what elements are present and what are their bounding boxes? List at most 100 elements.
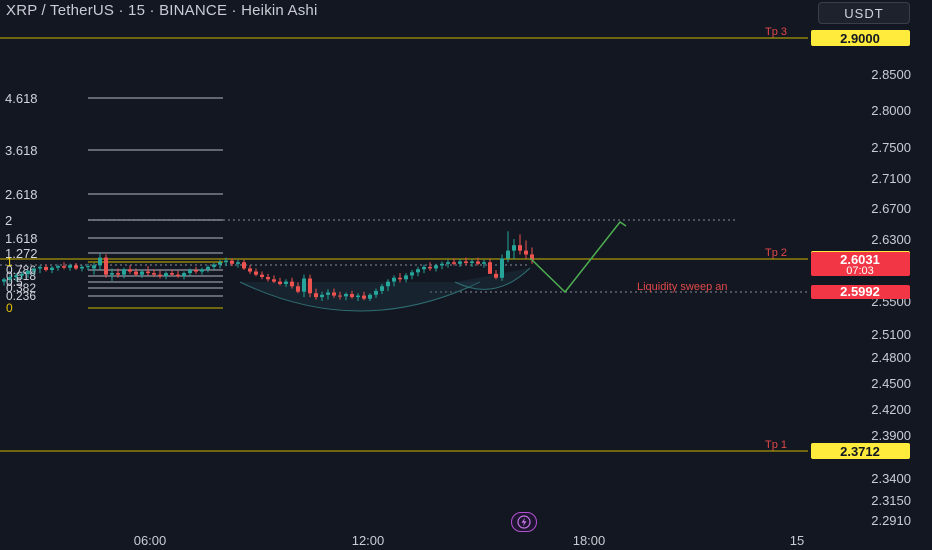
candle-body [416, 269, 420, 273]
candle-body [224, 260, 228, 263]
candle-body [362, 295, 366, 299]
candle-body [44, 266, 48, 270]
candle-body [20, 273, 24, 276]
candle-body [506, 250, 510, 259]
candle-body [194, 270, 198, 272]
currency-button[interactable]: USDT [818, 2, 910, 24]
fib-level-label: 1.618 [5, 231, 38, 246]
candle-body [494, 273, 498, 278]
price-chart[interactable]: 2.85002.80002.75002.71002.67002.63002.55… [0, 0, 932, 550]
candle-body [302, 278, 306, 292]
candle-body [110, 273, 114, 275]
candle-body [350, 294, 354, 298]
y-tick-label: 2.5100 [871, 327, 911, 342]
candle-body [236, 262, 240, 264]
target-label: Tp 2 [765, 247, 787, 259]
candle-body [140, 271, 144, 275]
candle-body [164, 273, 168, 277]
y-tick-label: 2.6300 [871, 232, 911, 247]
candle-body [338, 295, 342, 297]
annotation-text: Liquidity sweep an [637, 281, 728, 293]
handle-pattern-shape [454, 267, 531, 290]
candle-body [464, 261, 468, 264]
candle-body [374, 290, 378, 295]
fib-level-label: 3.618 [5, 143, 38, 158]
candle-body [380, 286, 384, 291]
candle-body [272, 279, 276, 282]
fib-level-label: 4.618 [5, 91, 38, 106]
candle-body [146, 271, 150, 274]
candle-body [434, 265, 438, 269]
candle-body [116, 273, 120, 275]
candle-body [212, 264, 216, 267]
lightning-icon [517, 515, 531, 529]
candle-body [440, 263, 444, 266]
candle-body [296, 286, 300, 292]
y-tick-label: 2.7500 [871, 140, 911, 155]
candle-body [92, 265, 96, 269]
y-tick-label: 2.2910 [871, 513, 911, 528]
fib-level-label: 2 [5, 213, 12, 228]
candle-body [344, 294, 348, 297]
y-tick-label: 2.6700 [871, 201, 911, 216]
candle-body [320, 294, 324, 298]
candle-body [260, 274, 264, 277]
target-label: Tp 3 [765, 26, 787, 38]
lightning-button[interactable] [511, 512, 537, 532]
candle-body [80, 266, 84, 269]
candle-body [134, 271, 138, 275]
x-tick-label: 06:00 [134, 533, 167, 548]
countdown-text: 07:03 [846, 265, 874, 277]
candle-body [86, 266, 90, 268]
candle-body [32, 268, 36, 271]
candle-body [170, 273, 174, 275]
candle-body [452, 262, 456, 264]
candle-body [62, 266, 66, 268]
candle-body [326, 292, 330, 295]
candle-body [122, 269, 126, 275]
y-tick-label: 2.3400 [871, 471, 911, 486]
candle-body [266, 276, 270, 280]
candle-body [446, 262, 450, 264]
candle-body [8, 276, 12, 280]
candle-body [74, 265, 78, 269]
candle-body [128, 269, 132, 272]
candle-body [98, 257, 102, 266]
candle-body [26, 270, 30, 274]
candle-body [404, 275, 408, 280]
y-tick-label: 2.8000 [871, 103, 911, 118]
candle-body [56, 266, 60, 268]
x-tick-label: 15 [790, 533, 804, 548]
y-tick-label: 2.7100 [871, 171, 911, 186]
candle-body [254, 271, 258, 275]
candle-body [428, 266, 432, 269]
candle-body [368, 294, 372, 299]
candle-body [284, 281, 288, 284]
candle-body [524, 250, 528, 255]
y-tick-label: 2.3900 [871, 428, 911, 443]
candle-body [512, 245, 516, 251]
candle-body [488, 262, 492, 274]
candle-body [248, 268, 252, 272]
candle-body [476, 261, 480, 264]
candle-body [152, 273, 156, 275]
candle-body [482, 262, 486, 264]
candle-body [188, 270, 192, 274]
fib-level-label: 2.618 [5, 187, 38, 202]
candle-body [176, 274, 180, 277]
candle-body [422, 266, 426, 270]
projection-path [529, 220, 627, 294]
symbol-title[interactable]: XRP / TetherUS · 15 · BINANCE · Heikin A… [6, 2, 318, 19]
candle-body [518, 245, 522, 251]
candle-body [68, 265, 72, 268]
candle-body [470, 261, 474, 264]
x-tick-label: 18:00 [573, 533, 606, 548]
candle-body [104, 257, 108, 275]
candle-body [314, 293, 318, 298]
candle-body [386, 281, 390, 287]
candle-body [14, 275, 18, 277]
candle-body [332, 292, 336, 296]
candle-body [308, 278, 312, 294]
candle-body [50, 267, 54, 270]
candle-body [206, 266, 210, 270]
